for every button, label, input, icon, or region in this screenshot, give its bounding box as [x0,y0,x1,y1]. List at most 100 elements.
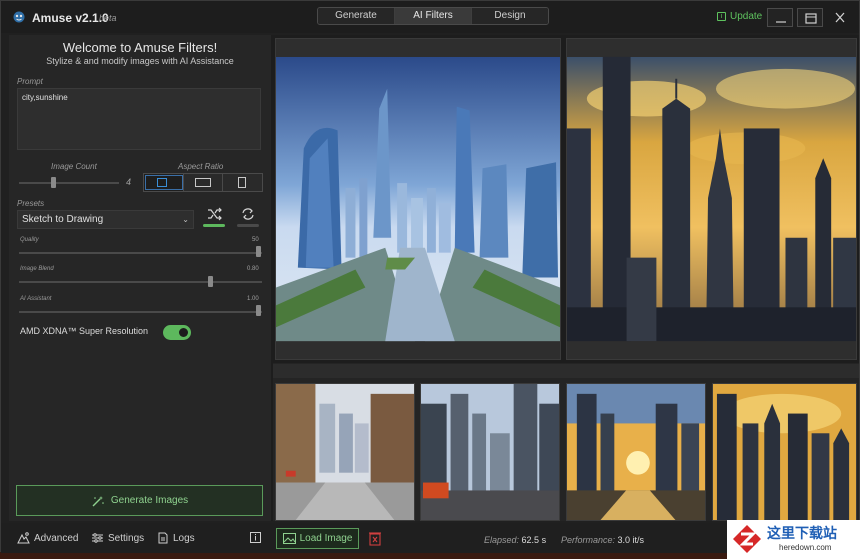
magic-wand-icon [92,495,104,506]
update-label: Update [730,11,763,22]
site-watermark: 这里下载站 heredown.com [727,520,860,559]
image-blend-thumb[interactable] [208,276,213,287]
thumbnail-3-image [567,384,705,520]
watermark-logo-icon [733,525,761,553]
refresh-indicator [237,224,259,227]
toggle-knob [179,328,188,337]
info-button[interactable] [250,532,261,543]
panel-subtitle: Stylize & and modify images with AI Assi… [46,56,234,66]
mode-tabs: Generate AI Filters Design [317,7,549,25]
quality-value: 50 [252,237,259,243]
advanced-icon [17,532,30,544]
result-image-frame[interactable] [566,38,857,360]
thumbnail-2[interactable] [420,383,560,521]
prompt-input[interactable]: city,sunshine [17,88,261,150]
advanced-button[interactable]: Advanced [17,532,78,544]
load-image-label: Load Image [299,533,353,544]
close-icon [835,12,845,23]
image-count-label: Image Count [51,162,97,171]
thumbnail-2-image [421,384,559,520]
settings-label: Settings [108,532,145,544]
quality-thumb[interactable] [256,246,261,257]
super-resolution-toggle[interactable] [163,325,191,340]
minimize-button[interactable] [767,8,793,27]
image-icon [282,533,296,544]
panel-title: Welcome to Amuse Filters! [62,40,218,55]
maximize-icon [805,13,817,24]
landscape-icon [194,178,211,187]
generate-images-button[interactable]: Generate Images [16,485,263,516]
ai-assistant-track[interactable] [19,311,262,313]
minimize-icon [776,21,786,23]
update-button[interactable]: i Update [717,11,762,22]
thumbnail-3[interactable] [566,383,706,521]
image-count-thumb[interactable] [51,177,56,188]
ai-assistant-label: AI Assistant [20,296,52,302]
close-button[interactable] [827,8,853,27]
tab-generate[interactable]: Generate [318,8,395,24]
image-blend-label: Image Blend [20,266,54,272]
shuffle-icon [208,207,222,221]
elapsed-label: Elapsed: [484,535,520,545]
filter-settings-panel: Welcome to Amuse Filters! Stylize & and … [9,35,271,521]
watermark-url: heredown.com [779,543,832,552]
presets-label: Presets [17,199,45,208]
aspect-ratio-label: Aspect Ratio [178,162,224,171]
generate-images-label: Generate Images [110,495,189,506]
prompt-label: Prompt [17,77,43,86]
logs-icon [158,532,168,544]
thumbnail-1[interactable] [275,383,415,521]
image-count-value: 4 [126,177,132,187]
thumbnail-4-image [713,384,856,520]
logs-button[interactable]: Logs [157,532,195,544]
ai-assistant-value: 1.00 [247,296,259,302]
info-icon [250,532,261,543]
app-title: Amuse v2.1.0 [32,11,109,25]
elapsed-value: 62.5 s [521,535,547,545]
result-image [567,39,856,359]
app-logo-icon [13,11,25,23]
tab-design[interactable]: Design [472,8,548,24]
settings-icon [92,533,103,543]
maximize-button[interactable] [797,8,823,27]
thumbnail-4[interactable] [712,383,857,521]
input-image-frame[interactable] [275,38,561,360]
image-blend-value: 0.80 [247,266,259,272]
quality-track[interactable] [19,252,262,254]
ai-assistant-thumb[interactable] [256,305,261,316]
super-resolution-label: AMD XDNA™ Super Resolution [20,326,149,336]
advanced-label: Advanced [34,532,79,544]
aspect-portrait-button[interactable] [223,174,263,191]
beta-badge: beta [99,13,117,23]
portrait-icon [238,177,247,188]
tab-ai-filters[interactable]: AI Filters [395,8,472,24]
performance-value: 3.0 it/s [617,535,645,545]
aspect-ratio-selector [143,173,263,192]
watermark-title: 这里下载站 [767,526,837,542]
refresh-icon [242,208,254,220]
settings-button[interactable]: Settings [91,532,144,544]
input-image [276,39,560,359]
chevron-down-icon: ⌄ [182,215,189,224]
delete-icon [369,532,381,546]
update-icon: i [717,12,726,21]
quality-label: Quality [20,237,39,243]
image-count-track[interactable] [19,182,119,184]
logs-label: Logs [173,532,195,544]
performance-stat: Performance: 3.0 it/s [561,535,644,545]
thumbnail-1-image [276,384,414,520]
title-bar: Amuse v2.1.0 beta Generate AI Filters De… [1,1,859,33]
delete-button[interactable] [365,529,385,548]
preset-dropdown[interactable]: Sketch to Drawing ⌄ [17,210,194,229]
aspect-square-button[interactable] [144,174,184,191]
load-image-button[interactable]: Load Image [276,528,359,549]
preset-selected-value: Sketch to Drawing [22,214,104,225]
square-icon [157,178,167,187]
elapsed-stat: Elapsed: 62.5 s [484,535,546,545]
image-blend-track[interactable] [19,281,262,283]
performance-label: Performance: [561,535,616,545]
shuffle-active-indicator [203,224,225,227]
thumbnail-scroll-bar[interactable] [273,364,859,378]
app-window: Amuse v2.1.0 beta Generate AI Filters De… [0,0,860,553]
aspect-landscape-button[interactable] [183,174,224,191]
